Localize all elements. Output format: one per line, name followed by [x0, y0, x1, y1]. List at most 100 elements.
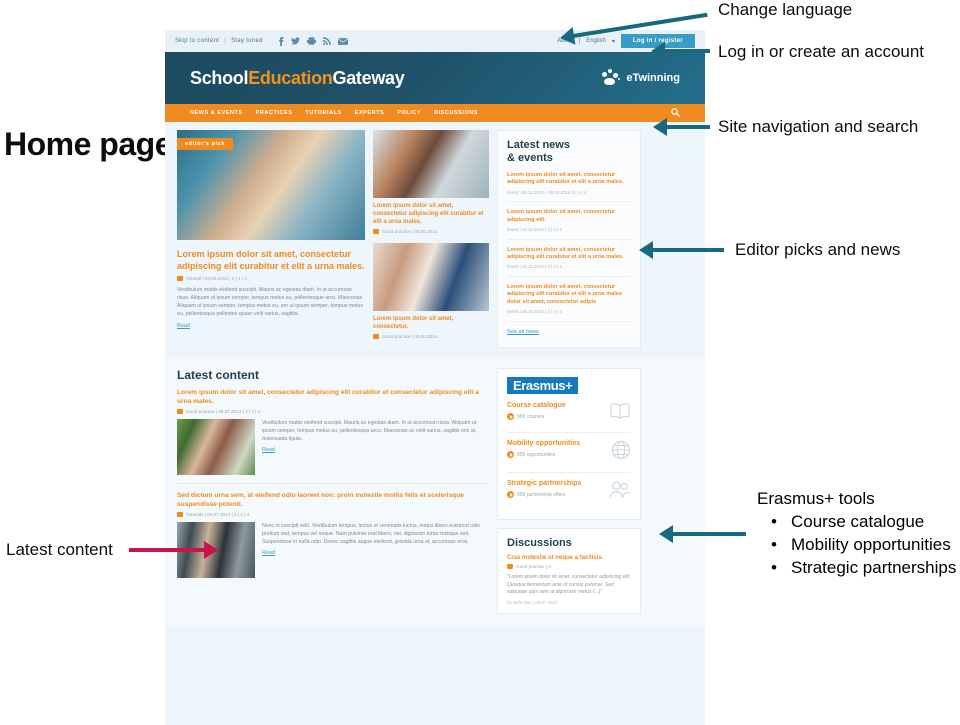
- logo-part-education: Education: [248, 67, 333, 88]
- latest-content-read-link[interactable]: Read: [262, 550, 489, 556]
- topbar-separator: |: [224, 38, 227, 44]
- news-list-item[interactable]: Lorem ipsum dolor sit amet, consectetur …: [507, 209, 631, 240]
- latest-content-body: Vestibulum mattis eleifend suscipit. Mau…: [262, 420, 477, 442]
- discussion-quote: "Lorem ipsum dolor sit amet, consectetur…: [507, 574, 631, 596]
- annotation-change-language: Change language: [718, 0, 853, 19]
- discussion-meta: Good practice | 3: [507, 564, 631, 569]
- etwinning-logo[interactable]: eTwinning: [600, 69, 680, 87]
- latest-content-row: Vestibulum mattis eleifend suscipit. Mau…: [177, 419, 489, 475]
- erasmus-row-title[interactable]: Mobility opportunities: [507, 440, 580, 447]
- arrow-head-icon: [651, 42, 665, 60]
- card-photo: [373, 130, 489, 198]
- arrow-latest-content: [129, 541, 218, 559]
- print-icon[interactable]: [306, 37, 316, 45]
- right-rail: Erasmus+ Course catalogue 999 courses Mo…: [497, 368, 641, 614]
- hero-image-block[interactable]: editor's pick: [177, 130, 365, 240]
- latest-content-body: Nunc in suscipit velit. Vestibulum tempu…: [262, 523, 480, 545]
- news-list-item[interactable]: Lorem ipsum dolor sit amet, consectetur …: [507, 172, 631, 203]
- nav-item-discussions[interactable]: DISCUSSIONS: [434, 110, 478, 116]
- annotation-erasmus-tools-title: Erasmus+ tools: [757, 489, 875, 508]
- latest-content-text-block: Nunc in suscipit velit. Vestibulum tempu…: [262, 522, 489, 578]
- card-photo: [373, 243, 489, 311]
- social-icons-group: [278, 36, 348, 46]
- arrow-head-icon: [558, 26, 576, 47]
- latest-news-sidebar: Latest news & events Lorem ipsum dolor s…: [497, 130, 641, 348]
- arrow-login-create-account: [651, 42, 710, 60]
- news-list-item[interactable]: Lorem ipsum dolor sit amet, consectetur …: [507, 247, 631, 277]
- erasmus-row-sub: 999 opportunities: [507, 451, 580, 458]
- latest-content-item[interactable]: Sed dictum urna sem, at eleifend odio la…: [177, 492, 489, 586]
- arrow-editor-picks-news: [639, 241, 724, 259]
- erasmus-row-strategic-partnerships[interactable]: Strategic partnerships 999 partnership o…: [507, 473, 631, 511]
- news-title[interactable]: Lorem ipsum dolor sit amet, consectetur …: [507, 247, 631, 262]
- news-title[interactable]: Lorem ipsum dolor sit amet, consectetur …: [507, 284, 631, 306]
- discussion-title[interactable]: Cras molestie ut neque a facilisis.: [507, 555, 631, 561]
- site-logo[interactable]: SchoolEducationGateway: [190, 67, 405, 89]
- hero-title[interactable]: Lorem ipsum dolor sit amet, consectetur …: [177, 248, 365, 272]
- slide-canvas: Home page Skip to content | Stay tuned A…: [0, 0, 960, 725]
- annotation-erasmus-tools: Erasmus+ tools • Course catalogue • Mobili…: [757, 487, 956, 579]
- annotation-erasmus-bullet: • Mobility opportunities: [757, 533, 956, 556]
- latest-content-title[interactable]: Lorem ipsum dolor sit amet, consectetur …: [177, 389, 489, 406]
- play-icon: [507, 413, 514, 420]
- latest-content-item[interactable]: Lorem ipsum dolor sit amet, consectetur …: [177, 389, 489, 484]
- latest-content-column: Latest content Lorem ipsum dolor sit ame…: [177, 368, 489, 614]
- chevron-down-icon[interactable]: ▾: [612, 38, 615, 45]
- latest-news-heading-line2: & events: [507, 152, 553, 164]
- news-list-item[interactable]: Lorem ipsum dolor sit amet, consectetur …: [507, 284, 631, 322]
- card-meta-text: Good practice | 03.06.2014: [382, 229, 438, 234]
- erasmus-row-title[interactable]: Strategic partnerships: [507, 480, 581, 487]
- email-icon[interactable]: [337, 37, 348, 45]
- card-item[interactable]: Lorem ipsum dolor sit amet, consectetur.…: [373, 243, 489, 339]
- book-icon: [609, 402, 631, 425]
- bullet-icon: •: [771, 512, 777, 531]
- annotation-editor-picks-news: Editor picks and news: [735, 240, 901, 259]
- hero-read-link[interactable]: Read: [177, 323, 365, 329]
- top-columns: editor's pick Lorem ipsum dolor sit amet…: [177, 130, 693, 348]
- latest-news-heading: Latest news & events: [507, 139, 631, 165]
- rss-icon[interactable]: [322, 37, 331, 45]
- annotation-erasmus-item-0: Course catalogue: [791, 512, 925, 531]
- nav-item-news-events[interactable]: NEWS & EVENTS: [190, 110, 243, 116]
- bullet-icon: •: [771, 535, 777, 554]
- annotation-latest-content: Latest content: [6, 540, 113, 559]
- twitter-icon[interactable]: [290, 37, 300, 45]
- card-meta: Good practice | 03.06.2014: [373, 229, 489, 234]
- card-title[interactable]: Lorem ipsum dolor sit amet, consectetur.: [373, 315, 489, 331]
- discussions-panel: Discussions Cras molestie ut neque a fac…: [497, 528, 641, 614]
- erasmus-tools-panel: Erasmus+ Course catalogue 999 courses Mo…: [497, 368, 641, 520]
- annotation-login-create-account: Log in or create an account: [718, 42, 925, 61]
- card-title[interactable]: Lorem ipsum dolor sit amet, consectetur …: [373, 202, 489, 226]
- skip-to-content-link[interactable]: Skip to content: [175, 38, 219, 44]
- card-meta: Good practice | 03.06.2014: [373, 334, 489, 339]
- see-all-news-link[interactable]: See all news: [507, 329, 631, 335]
- nav-item-practices[interactable]: PRACTICES: [256, 110, 293, 116]
- nav-item-policy[interactable]: POLICY: [397, 110, 421, 116]
- language-selector[interactable]: English: [586, 38, 606, 44]
- annotation-erasmus-item-1: Mobility opportunities: [791, 535, 951, 554]
- browser-screenshot: Skip to content | Stay tuned About | Eng…: [165, 30, 705, 725]
- erasmus-row-course-catalogue[interactable]: Course catalogue 999 courses: [507, 395, 631, 433]
- hero-body: Vestibulum mattis eleifend suscipit. Mau…: [177, 287, 363, 317]
- news-title[interactable]: Lorem ipsum dolor sit amet, consectetur …: [507, 172, 631, 187]
- arrow-site-navigation-search: [653, 118, 710, 136]
- search-icon[interactable]: [671, 104, 680, 122]
- site-masthead: SchoolEducationGateway eTwinning: [165, 52, 705, 104]
- discussion-author: by John Doe | 09.07.2014: [507, 599, 558, 605]
- erasmus-row-sub: 999 courses: [507, 413, 566, 420]
- erasmus-row-mobility-opportunities[interactable]: Mobility opportunities 999 opportunities: [507, 433, 631, 473]
- news-title[interactable]: Lorem ipsum dolor sit amet, consectetur …: [507, 209, 631, 224]
- stay-tuned-link[interactable]: Stay tuned: [231, 38, 263, 44]
- annotation-erasmus-bullet: • Course catalogue: [757, 510, 956, 533]
- erasmus-row-title[interactable]: Course catalogue: [507, 402, 566, 409]
- nav-item-tutorials[interactable]: TUTORIALS: [305, 110, 341, 116]
- lower-section: Latest content Lorem ipsum dolor sit ame…: [165, 358, 705, 626]
- content-type-icon: [507, 564, 513, 569]
- latest-content-title[interactable]: Sed dictum urna sem, at eleifend odio la…: [177, 492, 489, 509]
- card-item[interactable]: Lorem ipsum dolor sit amet, consectetur …: [373, 130, 489, 234]
- facebook-icon[interactable]: [278, 36, 284, 46]
- erasmus-logo: Erasmus+: [507, 377, 579, 394]
- logo-part-gateway: Gateway: [332, 67, 405, 88]
- latest-content-read-link[interactable]: Read: [262, 447, 489, 453]
- nav-item-experts[interactable]: EXPERTS: [355, 110, 385, 116]
